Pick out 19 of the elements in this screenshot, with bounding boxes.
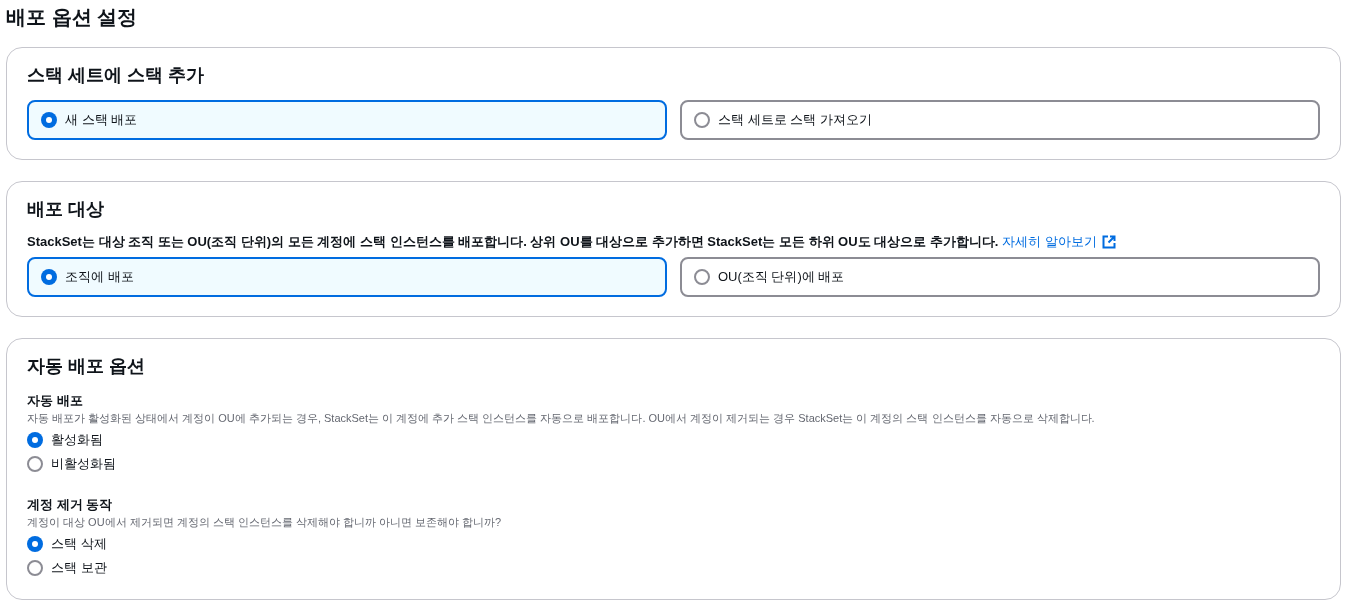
option-tile[interactable]: OU(조직 단위)에 배포	[680, 257, 1320, 297]
radio-option[interactable]: 비활성화됨	[27, 452, 116, 476]
section-title: 배포 대상	[27, 198, 104, 221]
option-tile[interactable]: 새 스택 배포	[27, 100, 667, 140]
section-title: 스택 세트에 스택 추가	[27, 64, 204, 87]
section-title: 자동 배포 옵션	[27, 355, 145, 378]
external-link-icon	[1102, 235, 1117, 249]
field-description: 자동 배포가 활성화된 상태에서 계정이 OU에 추가되는 경우, StackSet는 이 계정에 추가 스택 인스턴스를 자동으로 배포합니다. OU에서 계정이 제거되는 경우 StackSet는 이 계정의 스택 인스턴스를 자동으로 삭제합니다.	[27, 411, 1095, 426]
radio-option[interactable]: 스택 보관	[27, 556, 107, 580]
option-tile[interactable]: 스택 세트로 스택 가져오기	[680, 100, 1320, 140]
radio-option[interactable]: 스택 삭제	[27, 532, 107, 556]
field-label: 자동 배포	[27, 392, 83, 410]
field-description: 계정이 대상 OU에서 제거되면 계정의 스택 인스턴스를 삭제해야 합니까 아니면 보존해야 합니까?	[27, 515, 502, 530]
learn-more-link[interactable]: 자세히 알아보기	[1002, 232, 1117, 252]
field-label: 계정 제거 동작	[27, 496, 113, 514]
page-title: 배포 옵션 설정	[6, 5, 138, 30]
option-tile[interactable]: 조직에 배포	[27, 257, 667, 297]
section-description: StackSet는 대상 조직 또는 OU(조직 단위)의 모든 계정에 스택 인스턴스를 배포합니다. 상위 OU를 대상으로 추가하면 StackSet는 모든 하위 OU도 대상으로 추가합니다.	[27, 234, 999, 249]
radio-option[interactable]: 활성화됨	[27, 428, 103, 452]
